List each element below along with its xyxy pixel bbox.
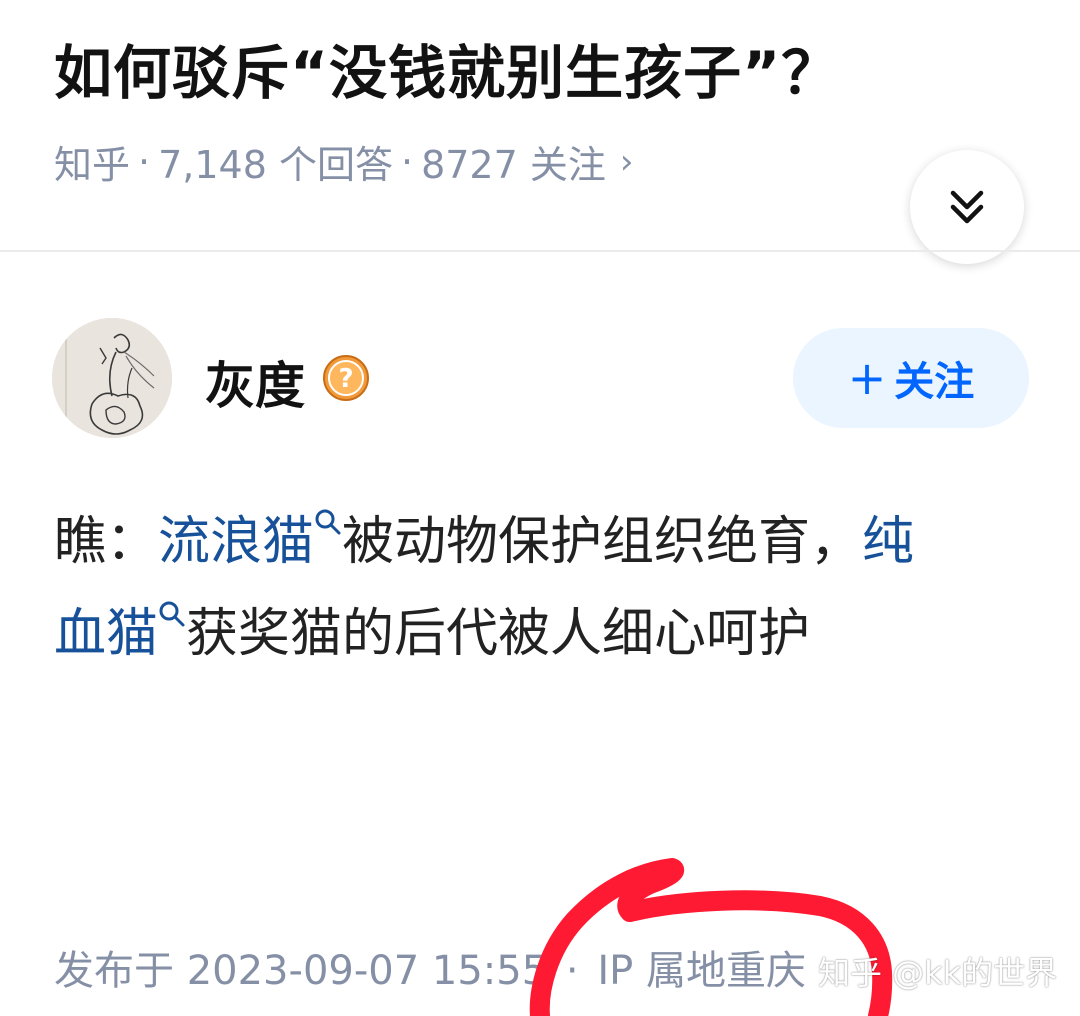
search-link-purebred-cat[interactable]: 血猫: [54, 604, 158, 664]
watermark: 知乎 @kk的世界: [818, 954, 1058, 992]
search-icon[interactable]: [158, 600, 186, 628]
answer-line-1: 瞧：流浪猫 被动物保护组织绝育，纯: [54, 496, 1014, 588]
answer-line-2: 血猫 获奖猫的后代被人细心呵护: [54, 588, 1014, 680]
collapse-button[interactable]: [910, 150, 1024, 264]
answer-page: 如何驳斥“没钱就别生孩子”？ 知乎 · 7,148 个回答 · 8727 关注 …: [0, 0, 1080, 1016]
question-badge-icon[interactable]: ?: [322, 354, 370, 402]
answer-footer: 发布于 2023-09-07 15:55 · IP 属地重庆: [54, 938, 806, 996]
footer-separator: ·: [565, 948, 579, 994]
follow-button[interactable]: + 关注: [793, 328, 1029, 428]
divider: [0, 250, 1080, 252]
publish-time: 发布于 2023-09-07 15:55: [54, 948, 548, 994]
ip-location: IP 属地重庆: [597, 948, 806, 994]
answer-content: 瞧：流浪猫 被动物保护组织绝育，纯 血猫 获奖猫的后代被人细心呵护: [54, 496, 1014, 680]
answer-text: 被动物保护组织绝育，: [342, 512, 863, 572]
answer-count: 7,148 个回答: [158, 143, 393, 187]
answer-text: 获奖猫的后代被人细心呵护: [186, 604, 811, 664]
search-link-stray-cat[interactable]: 流浪猫: [158, 512, 314, 572]
question-title[interactable]: 如何驳斥“没钱就别生孩子”？: [54, 26, 840, 110]
double-chevron-down-icon: [950, 190, 984, 224]
avatar-sketch: [52, 318, 172, 438]
chevron-right-icon: ›: [619, 141, 634, 182]
plus-icon: +: [847, 351, 887, 405]
meta-separator: ·: [400, 139, 414, 184]
question-source: 知乎: [54, 143, 131, 187]
search-link-purebred-cat[interactable]: 纯: [862, 512, 914, 572]
follower-count: 8727 关注: [421, 143, 606, 187]
avatar[interactable]: [52, 318, 172, 438]
search-icon[interactable]: [314, 508, 342, 536]
author-name[interactable]: 灰度: [205, 346, 305, 418]
meta-separator: ·: [138, 139, 151, 184]
badge-glyph: ?: [338, 364, 353, 394]
follow-label: 关注: [894, 359, 975, 405]
answer-text: 瞧：: [54, 512, 159, 572]
question-meta[interactable]: 知乎 · 7,148 个回答 · 8727 关注 ›: [54, 134, 633, 189]
